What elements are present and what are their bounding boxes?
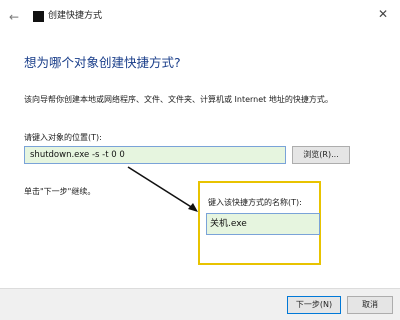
annotation-arrow-head — [188, 203, 198, 212]
callout-highlight-box: 键入该快捷方式的名称(T): 关机.exe — [198, 181, 321, 265]
location-input[interactable]: shutdown.exe -s -t 0 0 — [24, 146, 286, 164]
next-button[interactable]: 下一步(N) — [287, 296, 341, 314]
shortcut-name-input[interactable]: 关机.exe — [206, 213, 320, 235]
shortcut-name-label: 键入该快捷方式的名称(T): — [208, 198, 302, 207]
shortcut-app-icon — [33, 11, 44, 22]
window-title: 创建快捷方式 — [48, 11, 103, 21]
wizard-description: 该向导帮你创建本地或网络程序、文件、文件夹、计算机或 Internet 地址的快… — [24, 95, 333, 104]
close-icon[interactable]: ✕ — [376, 7, 390, 21]
back-arrow-icon[interactable]: ← — [6, 10, 22, 24]
next-hint-text: 单击"下一步"继续。 — [24, 187, 96, 196]
location-label: 请键入对象的位置(T): — [24, 133, 102, 142]
annotation-arrow-line — [127, 166, 197, 211]
page-heading: 想为哪个对象创建快捷方式? — [24, 55, 181, 70]
wizard-footer: 下一步(N) 取消 — [0, 288, 400, 320]
title-bar: ← 创建快捷方式 ✕ — [0, 0, 400, 34]
create-shortcut-window: ← 创建快捷方式 ✕ 想为哪个对象创建快捷方式? 该向导帮你创建本地或网络程序、… — [0, 0, 400, 320]
cancel-button[interactable]: 取消 — [347, 296, 393, 314]
browse-button[interactable]: 浏览(R)... — [292, 146, 350, 164]
